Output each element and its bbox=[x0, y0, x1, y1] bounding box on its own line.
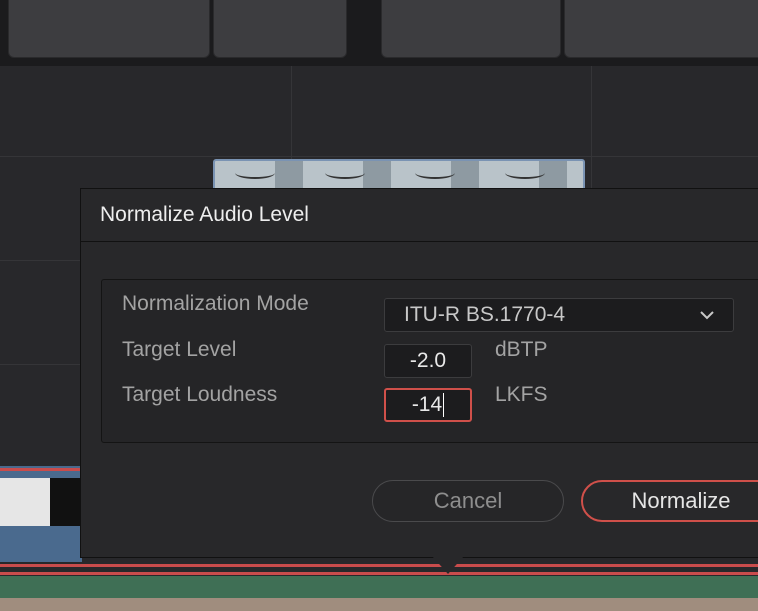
timeline-gridline bbox=[0, 156, 758, 157]
toolbar-button-2[interactable] bbox=[213, 0, 347, 58]
clip-thumbnail bbox=[0, 478, 82, 526]
timeline-clip[interactable] bbox=[0, 466, 82, 562]
audio-track[interactable] bbox=[0, 576, 758, 598]
bottom-strip bbox=[0, 598, 758, 611]
target-level-unit: dBTP bbox=[495, 338, 548, 361]
top-toolbar bbox=[0, 0, 758, 66]
normalization-mode-select[interactable]: ITU-R BS.1770-4 bbox=[384, 298, 734, 332]
cancel-button[interactable]: Cancel bbox=[372, 480, 564, 522]
dialog-title: Normalize Audio Level bbox=[100, 203, 309, 226]
target-level-label: Target Level bbox=[122, 338, 237, 361]
toolbar-button-4[interactable] bbox=[564, 0, 758, 58]
normalization-mode-value: ITU-R BS.1770-4 bbox=[404, 303, 566, 326]
dialog-header: Normalize Audio Level bbox=[81, 189, 758, 242]
normalize-button[interactable]: Normalize bbox=[581, 480, 758, 522]
target-loudness-field[interactable]: -14 bbox=[384, 388, 472, 422]
settings-panel: Normalization Mode ITU-R BS.1770-4 Targe… bbox=[101, 279, 758, 443]
audio-clip-edge bbox=[0, 564, 758, 567]
target-loudness-value: -14 bbox=[411, 393, 443, 416]
normalization-mode-label: Normalization Mode bbox=[122, 292, 309, 315]
toolbar-button-3[interactable] bbox=[381, 0, 561, 58]
chevron-down-icon bbox=[700, 311, 714, 320]
target-level-field[interactable]: -2.0 bbox=[384, 344, 472, 378]
target-loudness-unit: LKFS bbox=[495, 383, 548, 406]
normalize-audio-dialog: Normalize Audio Level Normalization Mode… bbox=[80, 188, 758, 558]
target-level-value: -2.0 bbox=[409, 349, 447, 372]
audio-clip-edge bbox=[0, 572, 758, 575]
dialog-pointer bbox=[432, 556, 464, 574]
toolbar-button-1[interactable] bbox=[8, 0, 210, 58]
text-caret bbox=[443, 393, 445, 417]
target-loudness-label: Target Loudness bbox=[122, 383, 278, 406]
timeline-gridline bbox=[591, 66, 592, 196]
